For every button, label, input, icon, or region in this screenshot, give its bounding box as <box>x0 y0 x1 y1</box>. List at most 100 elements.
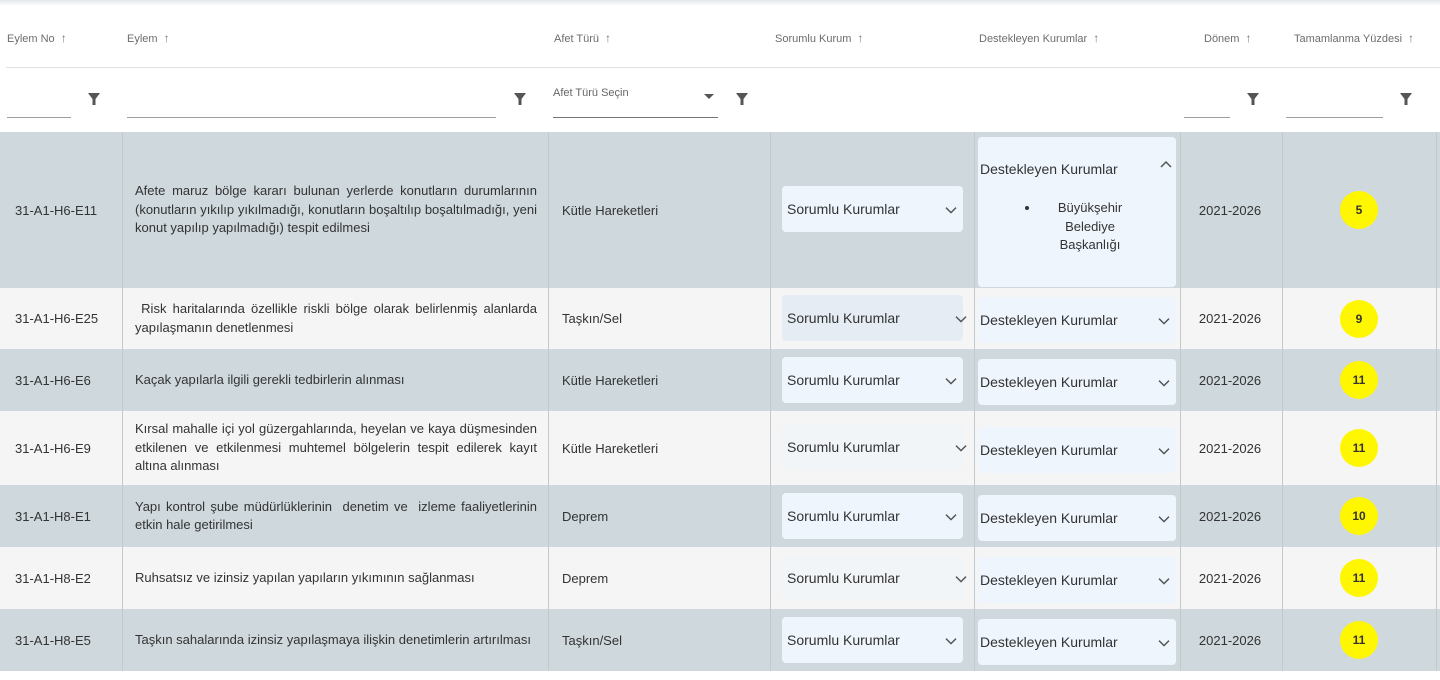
chevron-down-icon <box>1158 516 1170 523</box>
chevron-down-icon <box>1158 380 1170 387</box>
chevron-down-icon <box>1158 640 1170 647</box>
progress-badge: 10 <box>1340 497 1378 535</box>
sorumlu-kurum-select[interactable]: Sorumlu Kurumlar <box>782 357 963 403</box>
table-row: 31-A1-H6-E11 Afete maruz bölge kararı bu… <box>0 132 1440 288</box>
afet-turu-cell: Kütle Hareketleri <box>562 440 659 456</box>
table-row: 31-A1-H6-E6 Kaçak yapılarla ilgili gerek… <box>0 349 1440 411</box>
chevron-down-icon <box>945 207 957 214</box>
chevron-up-icon[interactable] <box>1160 160 1172 168</box>
tamamlanma-cell: 11 <box>1283 609 1435 671</box>
eylem-no-cell: 31-A1-H6-E11 <box>15 202 98 218</box>
sorumlu-kurum-select[interactable]: Sorumlu Kurumlar <box>782 617 963 663</box>
header-sorumlu-kurum[interactable]: Sorumlu Kurum ↑ <box>775 31 863 45</box>
eylem-cell: Afete maruz bölge kararı bulunan yerlerd… <box>135 183 537 236</box>
filter-icon[interactable] <box>1246 92 1260 106</box>
donem-filter-input[interactable] <box>1184 95 1230 118</box>
afet-turu-cell: Kütle Hareketleri <box>562 202 659 218</box>
chevron-down-icon <box>945 638 957 645</box>
sort-arrow-up-icon[interactable]: ↑ <box>164 31 170 45</box>
eylem-no-filter-input[interactable] <box>7 95 71 118</box>
table-row: 31-A1-H8-E2 Ruhsatsız ve izinsiz yapılan… <box>0 547 1440 609</box>
sorumlu-kurum-select[interactable]: Sorumlu Kurumlar <box>782 424 967 470</box>
afet-turu-select[interactable]: Afet Türü Seçin <box>553 84 718 118</box>
eylem-cell: Yapı kontrol şube müdürlüklerinin deneti… <box>135 498 541 533</box>
destekleyen-kurumlar-select[interactable]: Destekleyen Kurumlar <box>978 619 1176 665</box>
column-divider <box>122 132 123 671</box>
eylem-no-cell: 31-A1-H8-E5 <box>15 632 91 648</box>
column-divider <box>1180 132 1181 671</box>
chevron-down-icon <box>955 445 967 452</box>
sort-arrow-up-icon[interactable]: ↑ <box>605 31 611 45</box>
column-divider <box>1282 132 1283 671</box>
sort-arrow-up-icon[interactable]: ↑ <box>1408 31 1414 45</box>
donem-cell: 2021-2026 <box>1198 440 1262 456</box>
column-divider <box>1436 132 1437 671</box>
sorumlu-kurum-select[interactable]: Sorumlu Kurumlar <box>782 186 963 232</box>
eylem-cell: Risk haritalarında özellikle riskli bölg… <box>135 301 541 335</box>
chevron-down-icon <box>945 514 957 521</box>
header-destekleyen-kurumlar[interactable]: Destekleyen Kurumlar ↑ <box>979 31 1099 45</box>
donem-cell: 2021-2026 <box>1198 632 1262 648</box>
header-eylem-no[interactable]: Eylem No ↑ <box>7 31 67 45</box>
eylem-no-cell: 31-A1-H6-E6 <box>15 372 91 388</box>
destekleyen-kurumlar-select-open[interactable]: Destekleyen Kurumlar Büyükşehir Belediye… <box>978 137 1176 287</box>
sorumlu-kurum-select[interactable]: Sorumlu Kurumlar <box>782 295 967 341</box>
sort-arrow-up-icon[interactable]: ↑ <box>61 31 67 45</box>
chevron-down-icon <box>955 576 967 583</box>
tamamlanma-cell: 11 <box>1283 349 1435 411</box>
destekleyen-kurumlar-select[interactable]: Destekleyen Kurumlar <box>978 427 1176 473</box>
table-row: 31-A1-H6-E25 Risk haritalarında özellikl… <box>0 288 1440 349</box>
donem-cell: 2021-2026 <box>1198 311 1262 326</box>
tamamlanma-cell: 11 <box>1283 547 1435 609</box>
dropdown-arrow-icon <box>704 94 714 99</box>
destekleyen-kurumlar-list: Büyükşehir Belediye Başkanlığı <box>1018 199 1140 255</box>
table-row: 31-A1-H8-E1 Yapı kontrol şube müdürlükle… <box>0 485 1440 547</box>
column-divider <box>770 132 771 671</box>
progress-badge: 11 <box>1340 361 1378 399</box>
progress-badge: 11 <box>1340 621 1378 659</box>
destekleyen-kurumlar-select[interactable]: Destekleyen Kurumlar <box>978 495 1176 541</box>
destekleyen-kurumlar-select[interactable]: Destekleyen Kurumlar <box>978 359 1176 405</box>
eylem-no-cell: 31-A1-H6-E25 <box>15 311 99 326</box>
eylem-cell: Kırsal mahalle içi yol güzergahlarında, … <box>135 421 537 474</box>
donem-cell: 2021-2026 <box>1198 508 1262 524</box>
header-afet-turu[interactable]: Afet Türü ↑ <box>554 31 611 45</box>
chevron-down-icon <box>955 316 967 323</box>
sort-arrow-up-icon[interactable]: ↑ <box>1245 31 1251 45</box>
filter-icon[interactable] <box>87 92 101 106</box>
chevron-down-icon <box>1158 318 1170 325</box>
eylem-cell: Ruhsatsız ve izinsiz yapılan yapıların y… <box>135 569 475 585</box>
chevron-down-icon <box>1158 448 1170 455</box>
filter-icon[interactable] <box>513 92 527 106</box>
afet-turu-cell: Kütle Hareketleri <box>562 372 659 388</box>
filter-icon[interactable] <box>1399 92 1413 106</box>
tamamlanma-cell: 11 <box>1283 411 1435 485</box>
header-tamamlanma-yuzdesi[interactable]: Tamamlanma Yüzdesi ↑ <box>1294 31 1414 45</box>
table-row: 31-A1-H6-E9 Kırsal mahalle içi yol güzer… <box>0 411 1440 485</box>
chevron-down-icon <box>945 378 957 385</box>
eylem-cell: Taşkın sahalarında izinsiz yapılaşmaya i… <box>135 631 531 647</box>
progress-badge: 11 <box>1340 559 1378 597</box>
afet-turu-cell: Deprem <box>562 570 609 586</box>
sorumlu-kurum-select[interactable]: Sorumlu Kurumlar <box>782 493 963 539</box>
column-divider <box>974 132 975 671</box>
afet-turu-cell: Taşkın/Sel <box>562 311 622 326</box>
tamamlanma-filter-input[interactable] <box>1286 95 1383 118</box>
filter-icon[interactable] <box>735 92 749 106</box>
tamamlanma-cell: 9 <box>1283 288 1435 349</box>
eylem-no-cell: 31-A1-H8-E2 <box>15 570 91 586</box>
destekleyen-kurumlar-select[interactable]: Destekleyen Kurumlar <box>978 557 1176 603</box>
sort-arrow-up-icon[interactable]: ↑ <box>1093 31 1099 45</box>
header-donem[interactable]: Dönem ↑ <box>1204 31 1251 45</box>
destekleyen-kurumlar-select[interactable]: Destekleyen Kurumlar <box>978 297 1176 343</box>
afet-turu-select-label: Afet Türü Seçin <box>553 87 629 99</box>
afet-turu-cell: Taşkın/Sel <box>562 632 622 648</box>
eylem-filter-input[interactable] <box>127 95 496 118</box>
sort-arrow-up-icon[interactable]: ↑ <box>857 31 863 45</box>
tamamlanma-cell: 10 <box>1283 485 1435 547</box>
eylem-no-cell: 31-A1-H8-E1 <box>15 508 91 524</box>
sorumlu-kurum-select[interactable]: Sorumlu Kurumlar <box>782 555 967 601</box>
list-item[interactable]: Büyükşehir Belediye Başkanlığı <box>1040 199 1140 255</box>
header-eylem[interactable]: Eylem ↑ <box>127 31 170 45</box>
donem-cell: 2021-2026 <box>1198 202 1262 218</box>
